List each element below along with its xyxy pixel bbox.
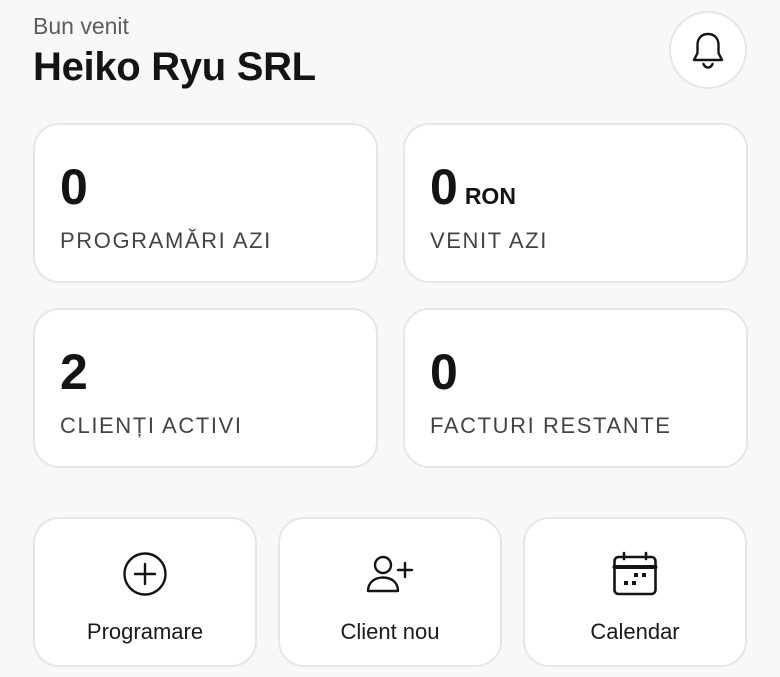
stat-label: CLIENȚI ACTIVI xyxy=(60,413,243,438)
stat-label: FACTURI RESTANTE xyxy=(430,413,672,438)
stat-label: PROGRAMĂRI AZI xyxy=(60,228,272,253)
stat-label: VENIT AZI xyxy=(430,228,548,253)
header: Bun venit Heiko Ryu SRL xyxy=(33,12,316,91)
stat-card-appointments-today[interactable]: 0 PROGRAMĂRI AZI xyxy=(33,123,378,283)
action-label: Programare xyxy=(86,619,204,644)
stat-number: 2 xyxy=(60,344,88,400)
calendar-icon xyxy=(612,551,658,596)
action-label: Calendar xyxy=(590,619,680,644)
notifications-button[interactable] xyxy=(669,11,747,89)
plus-circle-icon xyxy=(123,552,167,596)
action-label: Client nou xyxy=(340,619,440,644)
stat-number: 0 xyxy=(430,344,458,400)
stat-number: 0 xyxy=(60,159,88,215)
stat-card-active-clients[interactable]: 2 CLIENȚI ACTIVI xyxy=(33,308,378,468)
stat-value: 2 xyxy=(60,346,376,398)
stat-unit: RON xyxy=(464,183,516,209)
stat-number: 0 xyxy=(430,159,458,215)
stat-value: 0 xyxy=(430,346,746,398)
stat-value: 0 xyxy=(60,161,376,213)
company-name: Heiko Ryu SRL xyxy=(33,45,316,89)
stat-card-revenue-today[interactable]: 0 RON VENIT AZI xyxy=(403,123,748,283)
calendar-button[interactable]: Calendar xyxy=(523,517,747,667)
new-appointment-button[interactable]: Programare xyxy=(33,517,257,667)
stat-value: 0 RON xyxy=(430,161,746,213)
greeting-text: Bun venit xyxy=(33,13,129,39)
user-plus-icon xyxy=(366,555,414,593)
new-client-button[interactable]: Client nou xyxy=(278,517,502,667)
bell-icon xyxy=(692,32,724,69)
stat-card-outstanding-invoices[interactable]: 0 FACTURI RESTANTE xyxy=(403,308,748,468)
